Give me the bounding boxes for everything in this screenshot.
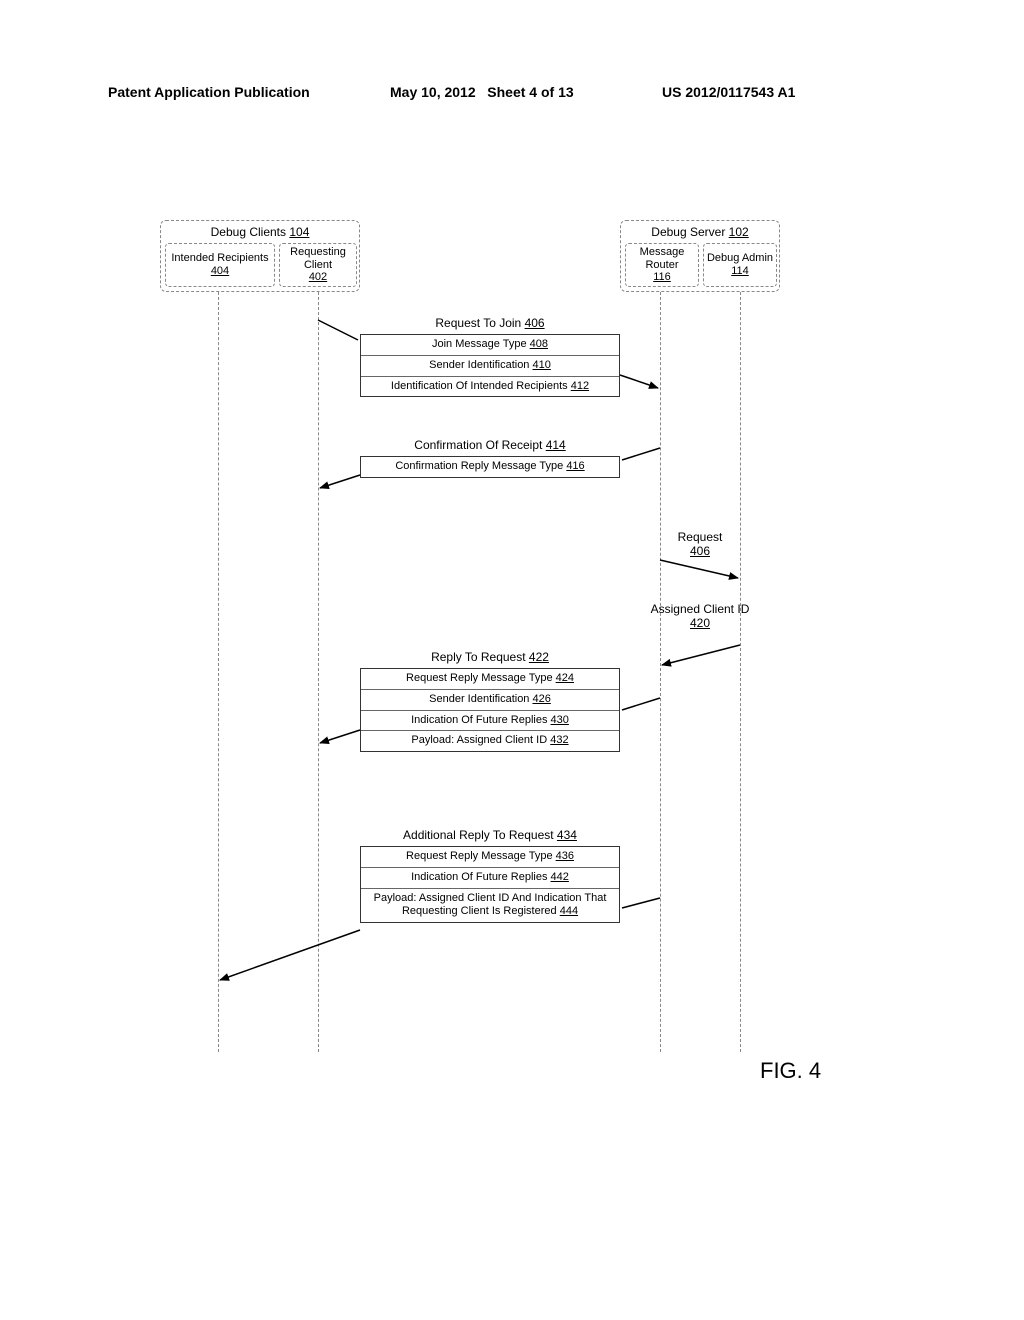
msg3-row3: Indication Of Future Replies 430	[361, 710, 619, 731]
router-label: Message Router	[640, 246, 685, 271]
header-left: Patent Application Publication	[108, 84, 310, 100]
figure-label: FIG. 4	[760, 1058, 821, 1084]
msg3-box: Request Reply Message Type 424 Sender Id…	[360, 668, 620, 752]
msg1-row1: Join Message Type 408	[361, 335, 619, 355]
msg1-row2: Sender Identification 410	[361, 355, 619, 376]
msg4-box: Request Reply Message Type 436 Indicatio…	[360, 846, 620, 923]
lane-debug-server: Debug Server 102 Message Router 116 Debu…	[620, 220, 780, 292]
msg3-row2: Sender Identification 426	[361, 689, 619, 710]
msg2-box: Confirmation Reply Message Type 416	[360, 456, 620, 478]
msg1-title: Request To Join 406	[360, 316, 620, 330]
header-sheet: Sheet 4 of 13	[487, 84, 573, 100]
msg2-row1: Confirmation Reply Message Type 416	[361, 457, 619, 477]
lifeline-intended	[218, 292, 219, 1052]
requesting-label: Requesting Client	[290, 246, 346, 271]
internal-request-label: Request 406	[660, 530, 740, 559]
msg4-row2: Indication Of Future Replies 442	[361, 867, 619, 888]
admin-label: Debug Admin	[707, 252, 773, 264]
lane-debug-admin: Debug Admin 114	[703, 243, 777, 287]
msg3-row1: Request Reply Message Type 424	[361, 669, 619, 689]
intended-ref: 404	[166, 265, 274, 278]
internal-assigned-label: Assigned Client ID 420	[650, 602, 750, 631]
header-date: May 10, 2012	[390, 84, 476, 100]
msg4-title: Additional Reply To Request 434	[360, 828, 620, 842]
lane-requesting-client: Requesting Client 402	[279, 243, 357, 287]
intended-label: Intended Recipients	[171, 252, 268, 264]
admin-ref: 114	[704, 265, 776, 278]
lane-message-router: Message Router 116	[625, 243, 699, 287]
lifeline-admin	[740, 292, 741, 1052]
msg4-row1: Request Reply Message Type 436	[361, 847, 619, 867]
lifeline-router	[660, 292, 661, 1052]
header-mid: May 10, 2012 Sheet 4 of 13	[390, 84, 574, 100]
router-ref: 116	[626, 271, 698, 284]
lane-debug-clients: Debug Clients 104 Intended Recipients 40…	[160, 220, 360, 292]
requesting-ref: 402	[280, 271, 356, 284]
sequence-diagram: Debug Clients 104 Intended Recipients 40…	[0, 220, 1024, 1120]
msg3-row4: Payload: Assigned Client ID 432	[361, 730, 619, 751]
msg1-row3: Identification Of Intended Recipients 41…	[361, 376, 619, 397]
lane-intended-recipients: Intended Recipients 404	[165, 243, 275, 287]
lifeline-requesting	[318, 292, 319, 1052]
msg1-box: Join Message Type 408 Sender Identificat…	[360, 334, 620, 397]
debug-clients-title: Debug Clients	[211, 225, 286, 239]
msg3-title: Reply To Request 422	[360, 650, 620, 664]
header-right: US 2012/0117543 A1	[662, 84, 795, 100]
msg2-title: Confirmation Of Receipt 414	[360, 438, 620, 452]
debug-server-title: Debug Server	[651, 225, 725, 239]
msg4-row3: Payload: Assigned Client ID And Indicati…	[361, 888, 619, 923]
debug-clients-ref: 104	[289, 225, 309, 239]
debug-server-ref: 102	[729, 225, 749, 239]
